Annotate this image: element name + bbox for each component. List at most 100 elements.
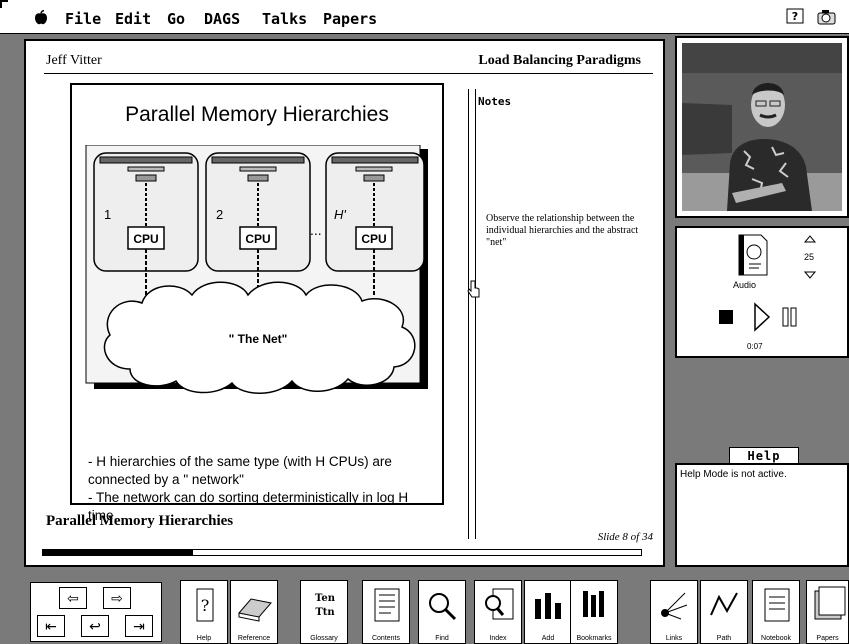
tool-label: Contents (371, 635, 401, 642)
hierarchy-label-2: 2 (216, 207, 223, 222)
tool-index[interactable]: Index (474, 580, 522, 644)
tool-label: Glossary (310, 635, 338, 642)
tool-papers[interactable]: Papers (806, 580, 849, 644)
hierarchy-diagram: CPU 1 CPU 2 ... CPU H' " The Net" (80, 144, 430, 435)
forward-arrow-icon[interactable]: ⇨ (103, 587, 131, 609)
tool-notebook[interactable]: Notebook (752, 580, 800, 644)
tool-help[interactable]: ? Help (180, 580, 228, 644)
help-tool-icon: ? (196, 588, 214, 622)
tool-glossary[interactable]: Ten Ttn Glossary (300, 580, 348, 644)
volume-up-icon[interactable] (803, 234, 817, 247)
path-tool-icon (710, 592, 738, 616)
tool-label: Help (196, 635, 212, 642)
camera-icon[interactable] (816, 8, 838, 31)
menu-papers[interactable]: Papers (323, 10, 377, 28)
hierarchy-label-1: 1 (104, 207, 111, 222)
tool-label: Reference (237, 635, 271, 642)
tool-label: Index (489, 635, 507, 642)
help-icon[interactable]: ? (786, 8, 804, 29)
papers-tool-icon (814, 586, 846, 620)
hierarchy-box-h: CPU H' (325, 152, 425, 272)
menu-file[interactable]: File (65, 10, 101, 28)
slide-number: Slide 8 of 34 (597, 531, 653, 543)
menu-go[interactable]: Go (167, 10, 185, 28)
menu-edit[interactable]: Edit (115, 10, 151, 28)
cpu-label-h: CPU (361, 232, 386, 246)
corner-mark (0, 0, 8, 8)
volume-value: 25 (804, 252, 815, 262)
contents-tool-icon (374, 588, 400, 622)
slide-frame: Parallel Memory Hierarchies CPU 1 CPU 2 … (70, 83, 444, 523)
menu-talks[interactable]: Talks (262, 10, 307, 28)
tool-contents[interactable]: Contents (362, 580, 410, 644)
caption-line-1: - H hierarchies of the same type (with H… (88, 454, 392, 487)
speaker-video (675, 36, 849, 218)
talk-title: Load Balancing Paradigms (478, 53, 641, 68)
play-icon (754, 302, 771, 332)
slide-title: Parallel Memory Hierarchies (125, 103, 389, 126)
help-status-text: Help Mode is not active. (680, 469, 787, 480)
tool-label: Path (716, 635, 732, 642)
slide-footer-title: Parallel Memory Hierarchies (46, 513, 234, 529)
tool-label: Find (435, 635, 449, 642)
hand-cursor-icon (466, 279, 482, 304)
audio-document-icon[interactable] (737, 234, 769, 276)
speaker-video-frame (682, 43, 842, 211)
tool-label: Links (665, 635, 683, 642)
cpu-label-2: CPU (245, 232, 270, 246)
reference-tool-icon (238, 598, 272, 622)
tool-find[interactable]: Find (418, 580, 466, 644)
notes-text: Observe the relationship between the ind… (486, 213, 639, 248)
audio-label: Audio (733, 280, 757, 290)
return-arrow-icon[interactable]: ↩ (81, 615, 109, 637)
pause-icon (782, 307, 789, 327)
hierarchy-box-2: CPU 2 (205, 152, 311, 272)
notebook-tool-icon (764, 588, 790, 622)
tool-label: Papers (816, 635, 839, 642)
find-tool-icon (429, 593, 457, 621)
hierarchy-box-1: CPU 1 (93, 152, 199, 272)
speaker-name: Jeff Vitter (46, 53, 102, 68)
links-tool-icon (661, 592, 688, 620)
slide-progress-fill (43, 550, 193, 555)
cpu-label-1: CPU (133, 232, 158, 246)
tool-label: Notebook (761, 635, 791, 642)
stop-icon (719, 310, 733, 324)
notes-label: Notes (478, 95, 512, 108)
svg-text:?: ? (792, 10, 798, 23)
menu-dags[interactable]: DAGS (204, 10, 240, 28)
add-tool-icon (535, 593, 561, 619)
tool-path[interactable]: Path (700, 580, 748, 644)
volume-down-icon[interactable] (803, 270, 817, 283)
svg-text:?: ? (201, 596, 210, 615)
tool-reference[interactable]: Reference (230, 580, 278, 644)
menu-bar: File Edit Go DAGS Talks Papers ? (0, 0, 849, 34)
tool-bookmarks[interactable]: Bookmarks (570, 580, 618, 644)
audio-time: 0:07 (747, 342, 763, 351)
glossary-tool-icon: Ten Ttn (315, 593, 336, 618)
help-box: Help Mode is not active. (675, 463, 849, 567)
svg-text:Ten: Ten (315, 593, 336, 604)
pane-splitter[interactable] (468, 89, 476, 539)
first-slide-icon[interactable]: ⇤ (37, 615, 65, 637)
slide-progress-bar[interactable] (42, 549, 642, 556)
header-rule (44, 73, 653, 74)
tool-label: Bookmarks (576, 635, 612, 642)
ellipsis-label: ... (310, 222, 322, 238)
index-tool-icon (485, 588, 514, 620)
audio-panel: Audio 25 0:07 (675, 226, 849, 358)
back-arrow-icon[interactable]: ⇦ (59, 587, 87, 609)
tool-add[interactable]: Add (524, 580, 572, 644)
last-slide-icon[interactable]: ⇥ (125, 615, 153, 637)
apple-menu-icon[interactable] (34, 9, 48, 30)
tool-label: Add (541, 635, 555, 642)
bottom-toolbar: ⇦ ⇨ ⇤ ↩ ⇥ ? Help Reference Ten Ttn Glossary… (0, 572, 849, 644)
net-label: " The Net" (229, 332, 288, 346)
audio-transport (719, 302, 819, 332)
slide-window: Jeff Vitter Load Balancing Paradigms Par… (24, 39, 665, 567)
svg-text:Ttn: Ttn (315, 607, 335, 618)
bookmarks-tool-icon (583, 591, 604, 617)
tool-links[interactable]: Links (650, 580, 698, 644)
navigation-pad: ⇦ ⇨ ⇤ ↩ ⇥ (30, 582, 162, 642)
hierarchy-label-h: H' (334, 207, 346, 222)
